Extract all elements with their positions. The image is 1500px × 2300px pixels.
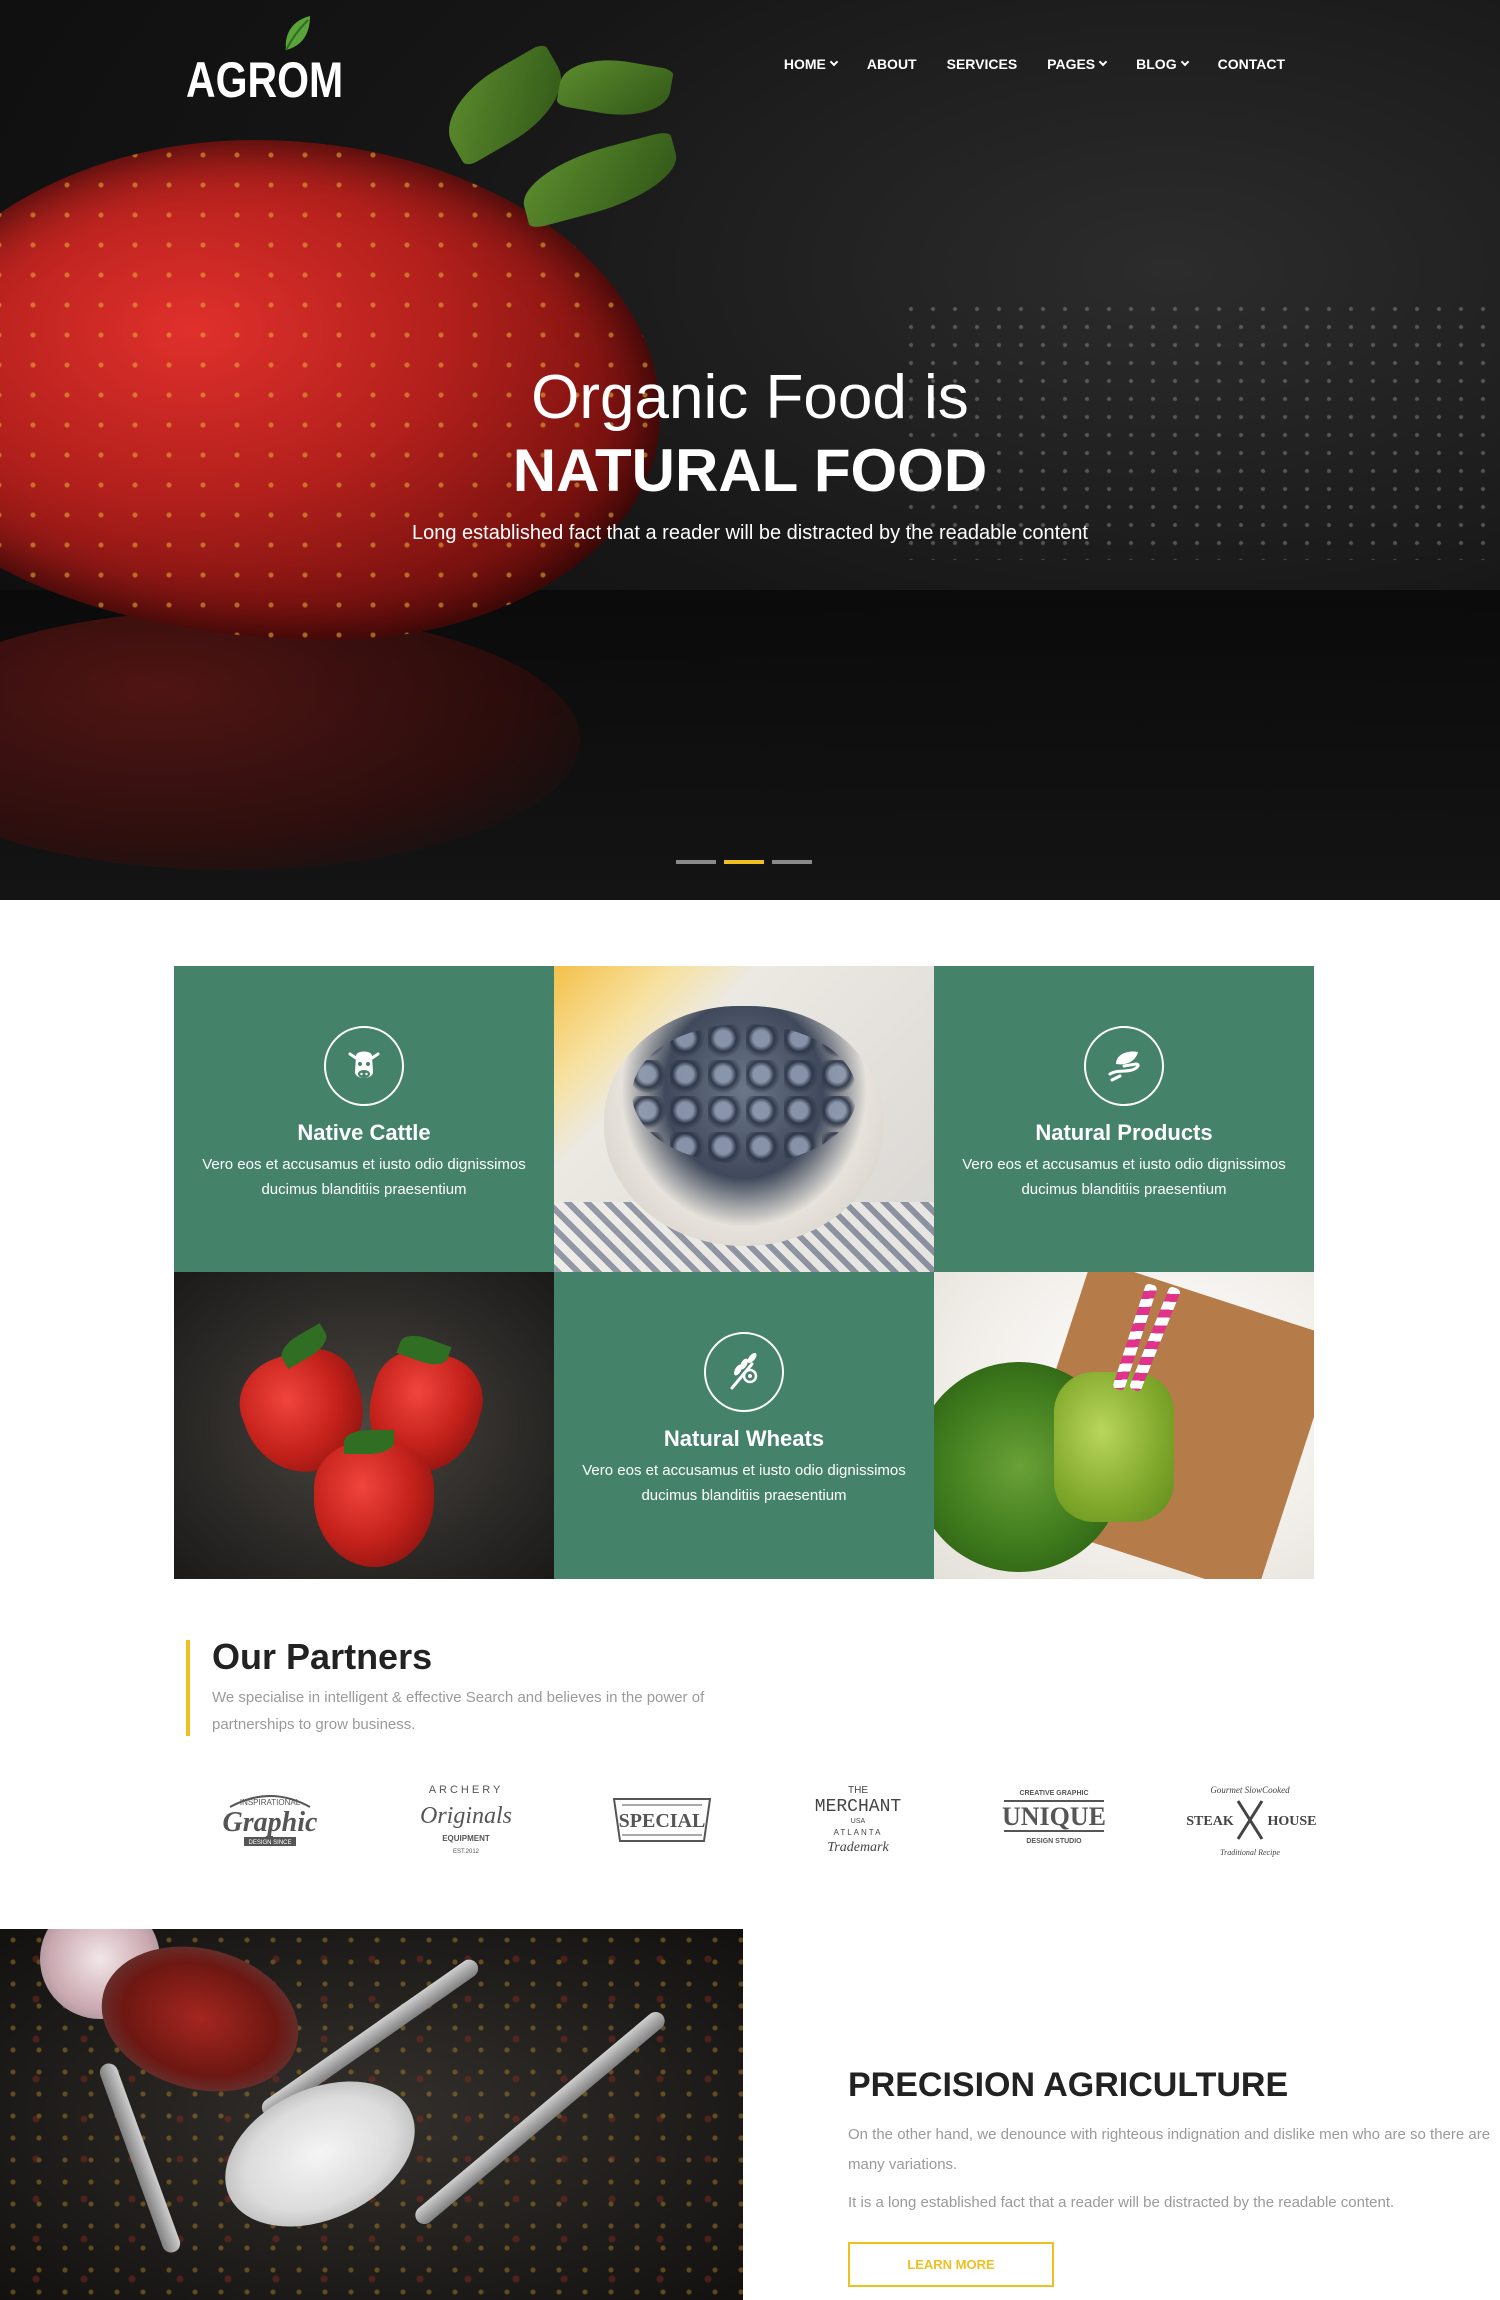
- hero-title-line2: NATURAL FOOD: [512, 437, 988, 504]
- svg-text:Graphic: Graphic: [223, 1807, 318, 1838]
- svg-text:Traditional Recipe: Traditional Recipe: [1220, 1848, 1280, 1857]
- feature-text: Vero eos et accusamus et iusto odio dign…: [202, 1156, 526, 1198]
- partner-logos: INSPIRATIONAL Graphic DESIGN SINCE ARCHE…: [200, 1770, 1320, 1870]
- feature-card-native-cattle: Native Cattle Vero eos et accusamus et i…: [174, 966, 554, 1272]
- partners-description: We specialise in intelligent & effective…: [212, 1689, 705, 1733]
- slider-dot-1[interactable]: [676, 860, 716, 864]
- chevron-down-icon: [1180, 57, 1189, 67]
- svg-text:DESIGN SINCE: DESIGN SINCE: [248, 1840, 291, 1846]
- wheat-icon: [704, 1332, 784, 1412]
- svg-text:STEAK: STEAK: [1186, 1814, 1234, 1829]
- partner-unique-logo[interactable]: CREATIVE GRAPHIC UNIQUE DESIGN STUDIO: [984, 1775, 1124, 1865]
- spices-image: [0, 1929, 743, 2300]
- partners-accent-bar: [186, 1640, 190, 1736]
- hero-subtitle: Long established fact that a reader will…: [412, 522, 1088, 544]
- feature-title: Native Cattle: [297, 1120, 431, 1145]
- nav-pages[interactable]: PAGES: [1047, 56, 1108, 72]
- main-nav: HOME ABOUT SERVICES PAGES BLOG CONTACT: [784, 56, 1285, 72]
- slider-pagination: [676, 860, 812, 864]
- partners-title: Our Partners: [212, 1636, 433, 1677]
- precision-paragraph-2: It is a long established fact that a rea…: [848, 2194, 1395, 2211]
- site-logo[interactable]: AGROM: [186, 16, 346, 108]
- chevron-down-icon: [829, 57, 839, 67]
- svg-text:INSPIRATIONAL: INSPIRATIONAL: [240, 1798, 301, 1807]
- feature-title: Natural Wheats: [663, 1426, 825, 1451]
- green-juice-image: [934, 1272, 1314, 1579]
- svg-text:EQUIPMENT: EQUIPMENT: [442, 1834, 490, 1843]
- svg-text:THE: THE: [848, 1785, 868, 1796]
- svg-text:DESIGN STUDIO: DESIGN STUDIO: [1026, 1838, 1082, 1845]
- svg-text:ARCHERY: ARCHERY: [429, 1784, 504, 1796]
- nav-about[interactable]: ABOUT: [867, 56, 917, 72]
- svg-text:USA: USA: [851, 1818, 866, 1825]
- partner-archery-logo[interactable]: ARCHERY Originals EQUIPMENT EST.2012: [396, 1775, 536, 1865]
- slider-dot-3[interactable]: [772, 860, 812, 864]
- logo-text: AGROM: [186, 52, 344, 108]
- svg-text:Trademark: Trademark: [827, 1840, 889, 1855]
- svg-text:MERCHANT: MERCHANT: [815, 1797, 902, 1817]
- precision-title: PRECISION AGRICULTURE: [848, 2066, 1289, 2104]
- feature-title: Natural Products: [1035, 1120, 1213, 1145]
- svg-text:EST.2012: EST.2012: [453, 1849, 480, 1855]
- precision-paragraph-1: On the other hand, we denounce with righ…: [848, 2126, 1491, 2173]
- partner-graphic-logo[interactable]: INSPIRATIONAL Graphic DESIGN SINCE: [200, 1775, 340, 1865]
- feature-text: Vero eos et accusamus et iusto odio dign…: [582, 1462, 906, 1504]
- leaf-logo-icon: [285, 16, 310, 51]
- svg-text:UNIQUE: UNIQUE: [1002, 1802, 1106, 1831]
- svg-text:HOUSE: HOUSE: [1267, 1814, 1316, 1829]
- svg-text:SPECIAL: SPECIAL: [619, 1810, 706, 1832]
- feature-text: Vero eos et accusamus et iusto odio dign…: [962, 1156, 1286, 1198]
- feature-card-natural-products: Natural Products Vero eos et accusamus e…: [934, 966, 1314, 1272]
- chevron-down-icon: [1098, 57, 1108, 67]
- svg-text:CREATIVE GRAPHIC: CREATIVE GRAPHIC: [1019, 1790, 1088, 1797]
- leaf-hand-icon: [1084, 1026, 1164, 1106]
- partner-merchant-logo[interactable]: THE MERCHANT USA ATLANTA Trademark: [788, 1775, 928, 1865]
- nav-contact[interactable]: CONTACT: [1218, 56, 1285, 72]
- partner-steakhouse-logo[interactable]: Gourmet SlowCooked STEAK HOUSE Tradition…: [1180, 1775, 1320, 1865]
- svg-text:Gourmet SlowCooked: Gourmet SlowCooked: [1210, 1785, 1290, 1795]
- svg-text:Originals: Originals: [420, 1803, 512, 1829]
- hero-slider: AGROM HOME ABOUT SERVICES PAGES BLOG CON…: [0, 0, 1500, 900]
- cow-icon: [324, 1026, 404, 1106]
- hero-title-line1: Organic Food is: [531, 363, 969, 432]
- nav-home[interactable]: HOME: [784, 56, 839, 72]
- strawberries-image: [174, 1272, 554, 1579]
- blueberries-image: [554, 966, 934, 1272]
- partner-special-logo[interactable]: SPECIAL: [592, 1775, 732, 1865]
- nav-blog[interactable]: BLOG: [1136, 56, 1189, 72]
- svg-text:ATLANTA: ATLANTA: [834, 1828, 883, 1837]
- features-grid: Native Cattle Vero eos et accusamus et i…: [174, 966, 1314, 1579]
- nav-services[interactable]: SERVICES: [947, 56, 1018, 72]
- learn-more-button[interactable]: LEARN MORE: [848, 2242, 1054, 2287]
- feature-card-natural-wheats: Natural Wheats Vero eos et accusamus et …: [554, 1272, 934, 1579]
- slider-dot-2[interactable]: [724, 860, 764, 864]
